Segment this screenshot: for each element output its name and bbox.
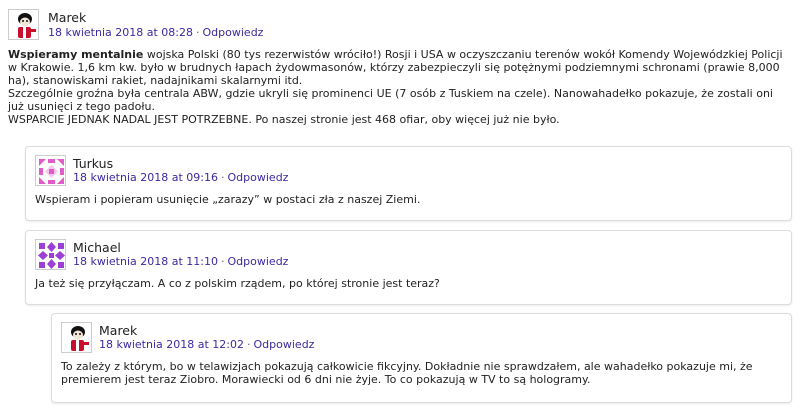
comment-meta: 18 kwietnia 2018 at 08:28 · Odpowiedz [48, 26, 263, 39]
meta-separator: · [221, 171, 225, 184]
comment-meta: 18 kwietnia 2018 at 12:02 · Odpowiedz [99, 338, 314, 351]
comment-date-link[interactable]: 18 kwietnia 2018 at 09:16 [73, 171, 218, 184]
comment-date-link[interactable]: 18 kwietnia 2018 at 12:02 [99, 338, 244, 351]
meta-separator: · [221, 255, 225, 268]
comment-author: Michael [73, 240, 121, 255]
meta-separator: · [247, 338, 251, 351]
comment-marek-2: Marek 18 kwietnia 2018 at 12:02 · Odpowied… [51, 313, 792, 403]
comment-date-link[interactable]: 18 kwietnia 2018 at 11:10 [73, 255, 218, 268]
cartoon-character-avatar[interactable] [61, 322, 92, 353]
reply-link[interactable]: Odpowiedz [228, 171, 289, 184]
comment-marek-1: Marek 18 kwietnia 2018 at 08:28 · Odpowied… [0, 0, 800, 140]
comment-body: Ja też się przyłączam. A co z polskim rz… [35, 277, 440, 290]
reply-link[interactable]: Odpowiedz [254, 338, 315, 351]
reply-link[interactable]: Odpowiedz [203, 26, 264, 39]
comment-meta: 18 kwietnia 2018 at 09:16 · Odpowiedz [73, 171, 288, 184]
comment-author: Marek [99, 323, 138, 338]
pink-geometric-identicon[interactable] [35, 155, 66, 186]
comment-author: Turkus [73, 156, 114, 171]
comment-body: Wspieram i popieram usunięcie „zarazy” w… [35, 193, 421, 206]
comment-michael: Michael 18 kwietnia 2018 at 11:10 · Odpowi… [25, 230, 792, 305]
comment-lead-bold: Wspieramy mentalnie [8, 48, 144, 61]
comment-paragraph: Wspieramy mentalnie wojska Polski (80 ty… [8, 48, 792, 87]
comment-paragraph: WSPARCIE JEDNAK NADAL JEST POTRZEBNE. Po… [8, 113, 560, 126]
purple-geometric-identicon[interactable] [35, 239, 66, 270]
comment-date-link[interactable]: 18 kwietnia 2018 at 08:28 [48, 26, 193, 39]
comment-author: Marek [48, 10, 87, 25]
meta-separator: · [196, 26, 200, 39]
comment-paragraph: Szczególnie groźna była centrala ABW, gd… [8, 87, 773, 113]
comment-body: Wspieramy mentalnie wojska Polski (80 ty… [8, 48, 792, 126]
reply-link[interactable]: Odpowiedz [228, 255, 289, 268]
comment-body: To zależy z którym, bo w telawizjach pok… [61, 360, 753, 386]
cartoon-character-avatar[interactable] [8, 9, 39, 40]
comment-turkus: Turkus 18 kwietnia 2018 at 09:16 · Odpowie… [25, 146, 792, 221]
comment-meta: 18 kwietnia 2018 at 11:10 · Odpowiedz [73, 255, 288, 268]
